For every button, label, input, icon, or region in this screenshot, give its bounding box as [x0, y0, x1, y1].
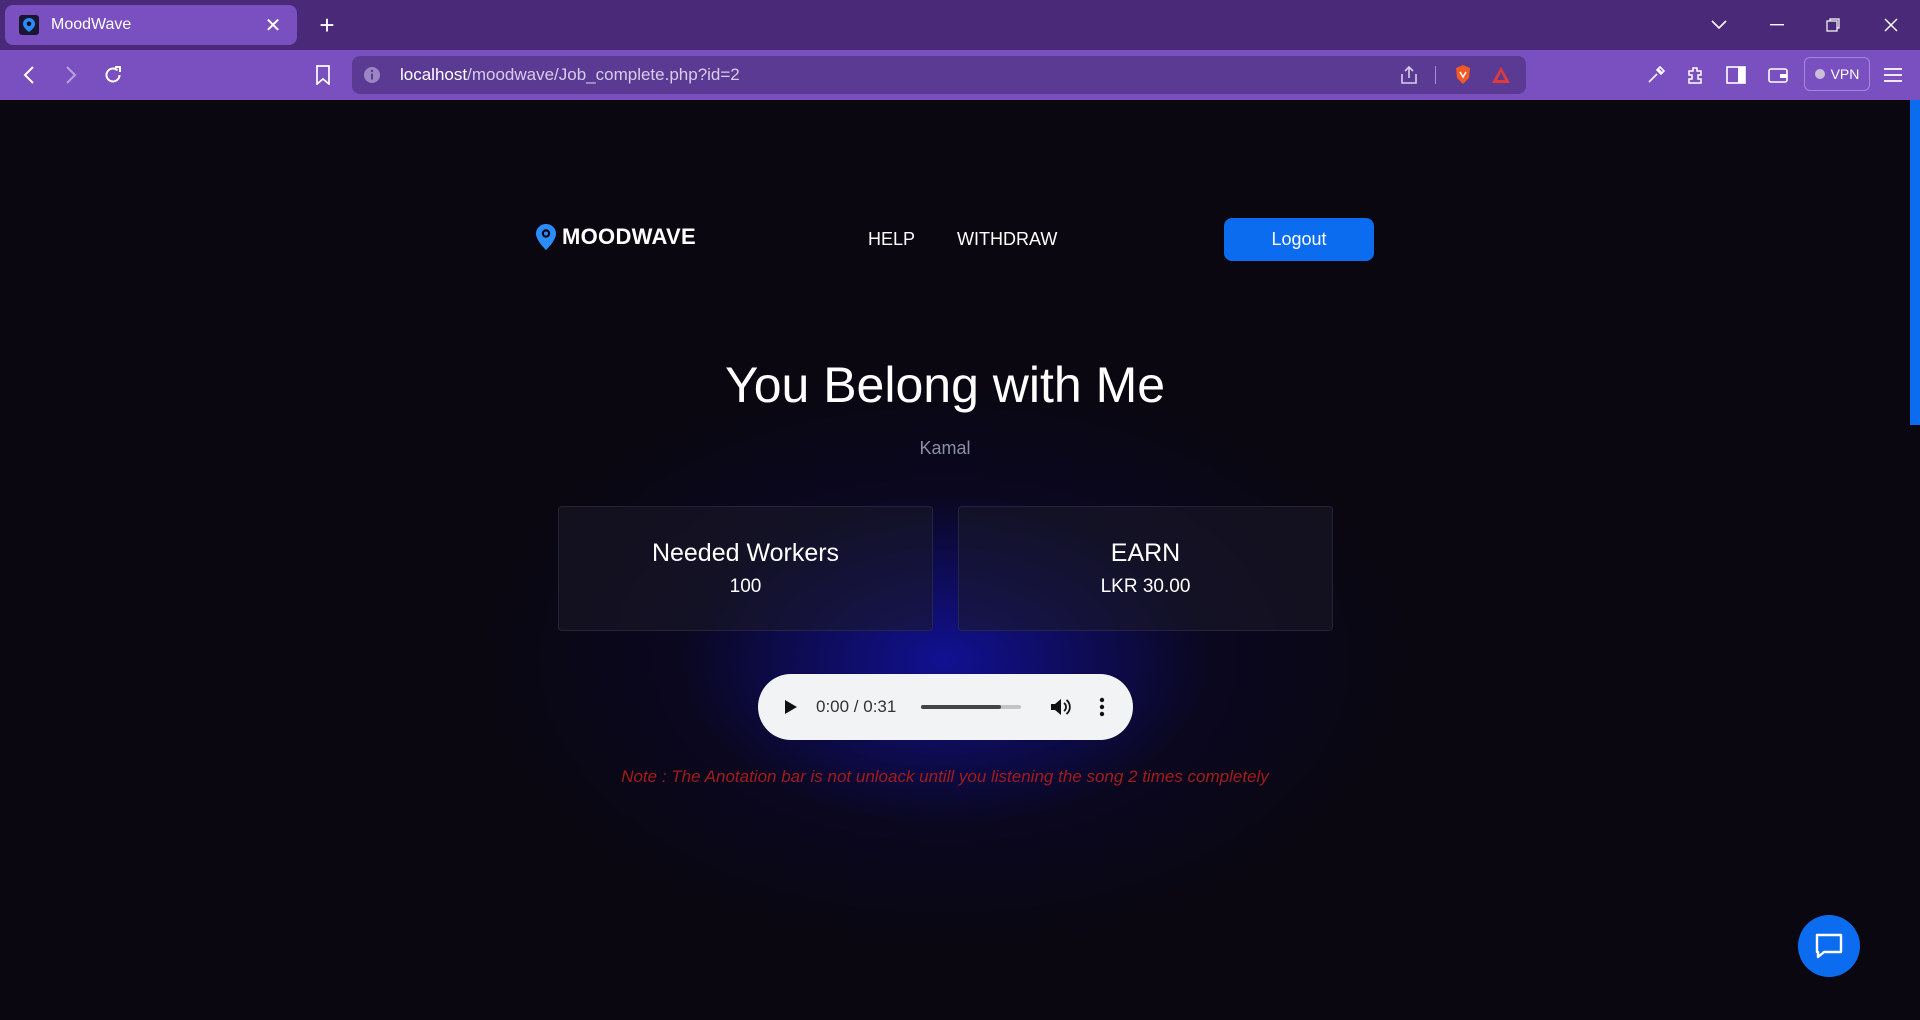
sidebar-toggle-icon[interactable] — [1723, 63, 1749, 87]
play-icon[interactable] — [784, 699, 798, 715]
url-host: localhost — [400, 65, 468, 84]
song-title: You Belong with Me — [724, 357, 1166, 413]
forward-arrow-icon[interactable] — [56, 60, 86, 90]
brave-rewards-icon[interactable] — [1490, 64, 1512, 86]
browser-toolbar: localhost/moodwave/Job_complete.php?id=2… — [0, 50, 1920, 100]
url-text: localhost/moodwave/Job_complete.php?id=2 — [400, 56, 740, 94]
site-logo[interactable]: MOODWAVE — [536, 224, 696, 250]
needed-workers-value: 100 — [729, 576, 762, 597]
brave-shield-icon[interactable] — [1452, 64, 1474, 86]
tab-list-chevron-icon[interactable] — [1696, 0, 1742, 50]
annotation-note: Note : The Anotation bar is not unloack … — [621, 767, 1269, 786]
share-icon[interactable] — [1398, 64, 1420, 86]
site-info-icon[interactable] — [362, 65, 382, 85]
brand-name: MOODWAVE — [562, 224, 696, 249]
vpn-status-icon — [1814, 69, 1825, 79]
browser-tab-bar: MoodWave ✕ + — [0, 0, 1920, 50]
tab-title: MoodWave — [51, 16, 132, 33]
extensions-icon[interactable] — [1683, 63, 1709, 87]
nav-help-link[interactable]: HELP — [868, 229, 915, 250]
menu-hamburger-icon[interactable] — [1880, 63, 1906, 87]
moodwave-favicon-icon — [19, 15, 39, 35]
earn-card: EARN LKR 30.00 — [958, 506, 1333, 631]
restore-icon[interactable] — [1810, 0, 1856, 50]
chat-bubble-icon — [1815, 933, 1843, 959]
needed-workers-label: Needed Workers — [651, 539, 840, 567]
url-path: /moodwave/Job_complete.php?id=2 — [467, 65, 740, 84]
chat-button[interactable] — [1798, 915, 1860, 977]
progress-slider[interactable] — [921, 705, 1021, 709]
address-bar[interactable]: localhost/moodwave/Job_complete.php?id=2 — [352, 56, 1526, 94]
location-pin-icon — [536, 224, 556, 250]
tab-close-icon[interactable]: ✕ — [263, 13, 283, 38]
vpn-button[interactable]: VPN — [1804, 57, 1870, 91]
page-scrollbar[interactable] — [1910, 100, 1920, 425]
reload-icon[interactable] — [98, 60, 128, 90]
earn-value: LKR 30.00 — [1100, 576, 1191, 597]
progress-slider-fill — [921, 705, 1001, 709]
playback-time: 0:00 / 0:31 — [816, 697, 897, 716]
url-separator — [1435, 66, 1436, 84]
song-artist: Kamal — [919, 438, 971, 458]
more-options-icon[interactable] — [1099, 697, 1105, 717]
wallet-icon[interactable] — [1765, 63, 1791, 87]
back-arrow-icon[interactable] — [14, 60, 44, 90]
audio-player: 0:00 / 0:31 — [758, 674, 1133, 740]
new-tab-button[interactable]: + — [312, 10, 342, 40]
minimize-icon[interactable] — [1754, 0, 1800, 50]
earn-label: EARN — [1110, 539, 1181, 567]
volume-icon[interactable] — [1050, 697, 1072, 717]
needed-workers-card: Needed Workers 100 — [558, 506, 933, 631]
nav-withdraw-link[interactable]: WITHDRAW — [957, 229, 1057, 250]
bookmark-icon[interactable] — [308, 60, 338, 90]
logout-button[interactable]: Logout — [1224, 218, 1374, 261]
color-picker-icon[interactable] — [1643, 63, 1669, 87]
window-close-icon[interactable] — [1868, 0, 1914, 50]
browser-tab[interactable]: MoodWave ✕ — [5, 5, 297, 45]
vpn-label: VPN — [1830, 66, 1860, 82]
page-content: MOODWAVE HELP WITHDRAW Logout You Belong… — [0, 100, 1920, 1020]
